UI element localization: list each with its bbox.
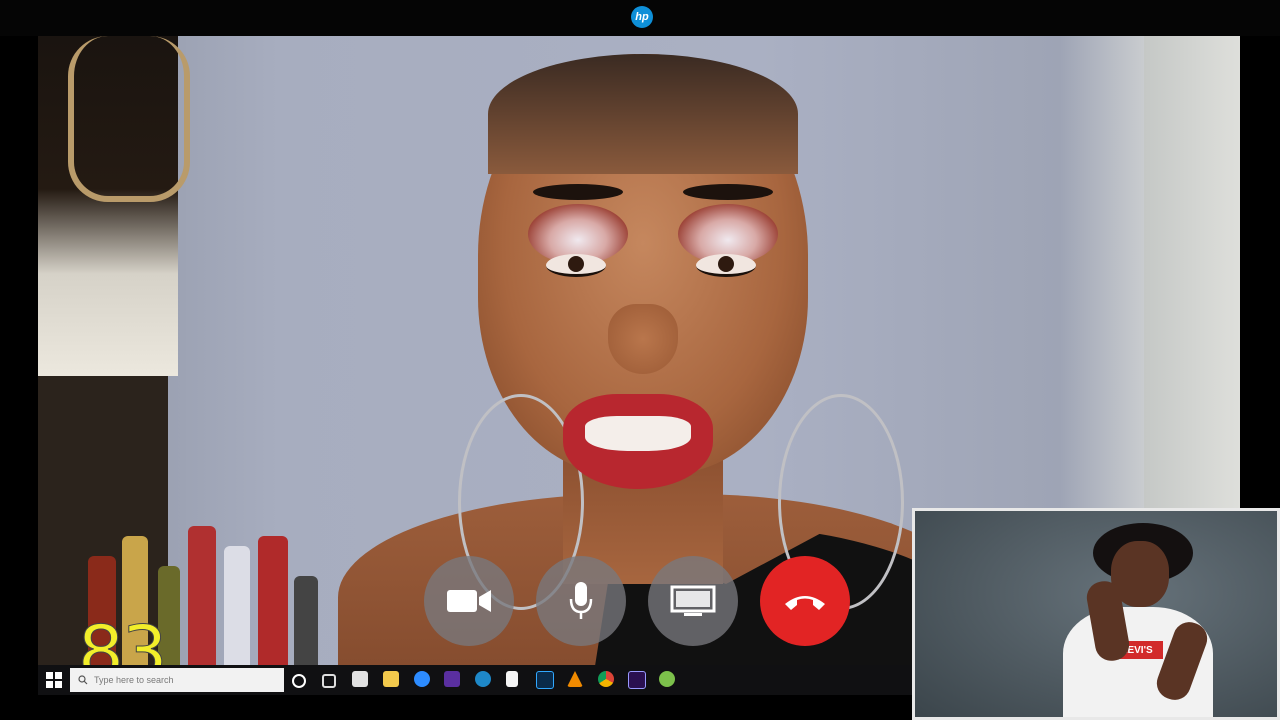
store-icon[interactable] <box>352 671 368 687</box>
microphone-icon <box>569 582 593 619</box>
search-placeholder: Type here to search <box>94 675 174 685</box>
task-view-icon[interactable] <box>322 674 336 688</box>
end-call-button[interactable] <box>760 556 850 646</box>
file-explorer-icon[interactable] <box>383 671 399 687</box>
camera-button[interactable] <box>424 556 514 646</box>
edge-icon[interactable] <box>475 671 491 687</box>
chrome-icon[interactable] <box>598 671 614 687</box>
vlc-icon[interactable] <box>567 671 583 687</box>
jw-library-icon[interactable] <box>444 671 460 687</box>
self-view-video[interactable]: LEVI'S <box>912 508 1280 720</box>
share-screen-button[interactable] <box>648 556 738 646</box>
microphone-button[interactable] <box>536 556 626 646</box>
call-controls <box>424 556 854 648</box>
premiere-icon[interactable] <box>628 671 646 689</box>
document-icon[interactable] <box>506 671 518 687</box>
hp-logo: hp <box>631 6 653 28</box>
video-camera-icon <box>447 590 491 612</box>
background-curtain <box>38 36 190 376</box>
cortana-icon[interactable] <box>292 674 306 688</box>
monitor-bezel: hp <box>0 0 1280 36</box>
zoom-icon[interactable] <box>414 671 430 687</box>
search-icon <box>78 675 88 685</box>
screen-share-icon <box>670 585 716 616</box>
taskbar-search-box[interactable]: Type here to search <box>70 668 284 692</box>
photoshop-icon[interactable] <box>536 671 554 689</box>
hang-up-icon <box>785 596 825 610</box>
windows-start-icon[interactable] <box>46 672 62 688</box>
app-icon[interactable] <box>659 671 675 687</box>
